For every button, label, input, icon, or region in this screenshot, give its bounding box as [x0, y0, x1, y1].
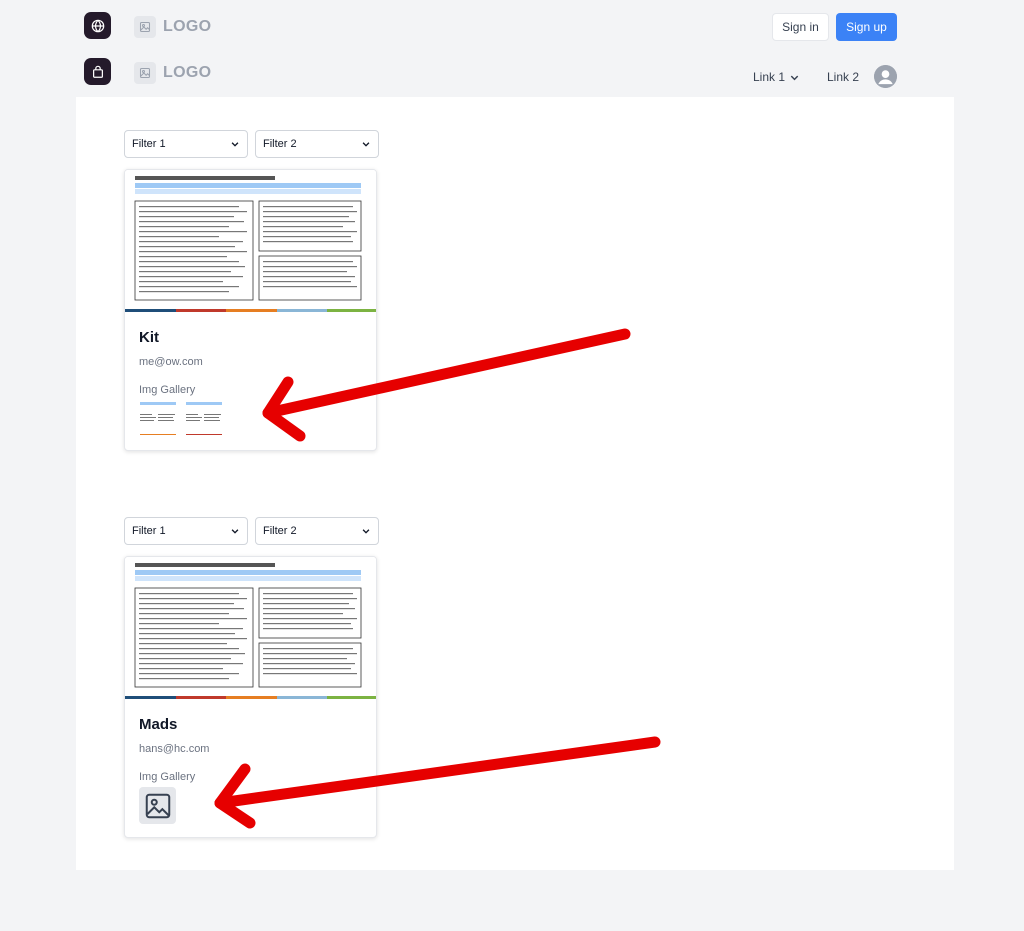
filter-1-select[interactable]: Filter 1 [124, 517, 248, 545]
logo[interactable]: LOGO [134, 62, 211, 84]
chevron-down-icon [362, 142, 370, 147]
filter-2-label: Filter 2 [263, 138, 297, 150]
link-2[interactable]: Link 2 [827, 70, 859, 84]
filter-2-select[interactable]: Filter 2 [255, 130, 379, 158]
chevron-down-icon [231, 142, 239, 147]
chevron-down-icon [231, 529, 239, 534]
filter-1-label: Filter 1 [132, 525, 166, 537]
document-preview-image [125, 170, 376, 312]
sign-up-button[interactable]: Sign up [836, 13, 897, 41]
chevron-down-icon [790, 75, 799, 80]
logo-text: LOGO [163, 18, 212, 35]
sign-in-button[interactable]: Sign in [772, 13, 829, 41]
globe-icon[interactable] [84, 12, 111, 39]
profile-card[interactable]: Mads hans@hc.com Img Gallery [124, 556, 377, 838]
color-strip [125, 696, 376, 699]
profile-card[interactable]: Kit me@ow.com Img Gallery [124, 169, 377, 451]
filter-2-select[interactable]: Filter 2 [255, 517, 379, 545]
filter-1-label: Filter 1 [132, 138, 166, 150]
img-gallery-label: Img Gallery [139, 771, 196, 783]
filter-1-select[interactable]: Filter 1 [124, 130, 248, 158]
card-email: hans@hc.com [139, 743, 210, 755]
shopping-bag-icon[interactable] [84, 58, 111, 85]
filter-2-label: Filter 2 [263, 525, 297, 537]
user-avatar-icon[interactable] [874, 65, 897, 88]
card-name: Kit [139, 329, 159, 346]
document-preview-image [125, 557, 376, 699]
link-1-dropdown[interactable]: Link 1 [753, 70, 800, 84]
card-name: Mads [139, 716, 178, 733]
gallery-thumbnail[interactable] [139, 400, 177, 436]
color-strip [125, 309, 376, 312]
img-gallery [139, 400, 223, 436]
link-1-label: Link 1 [753, 70, 786, 84]
img-gallery-label: Img Gallery [139, 384, 196, 396]
image-icon [134, 16, 156, 38]
image-placeholder-icon[interactable] [139, 787, 176, 824]
chevron-down-icon [362, 529, 370, 534]
image-icon [134, 62, 156, 84]
top-navbar: LOGO Sign in Sign up [76, 4, 954, 50]
gallery-thumbnail[interactable] [185, 400, 223, 436]
secondary-navbar: LOGO Link 1 Link 2 [76, 50, 954, 97]
card-email: me@ow.com [139, 356, 203, 368]
page-container: LOGO Sign in Sign up LOGO Link 1 Link 2 … [76, 4, 954, 870]
logo[interactable]: LOGO [134, 16, 211, 38]
logo-text: LOGO [163, 64, 212, 81]
